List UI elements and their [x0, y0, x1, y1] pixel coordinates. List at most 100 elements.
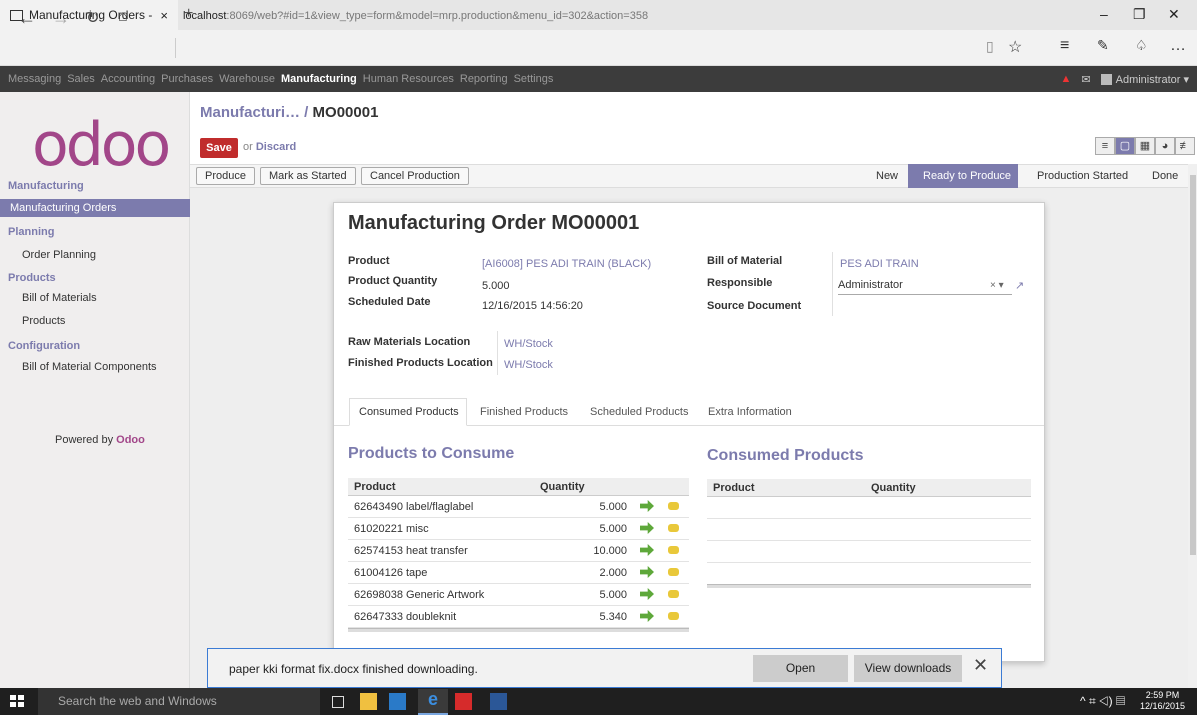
user-menu[interactable]: Administrator ▾ — [1116, 73, 1189, 86]
file-explorer-icon[interactable] — [360, 693, 377, 710]
mark-started-button[interactable]: Mark as Started — [260, 167, 356, 185]
favorite-star-icon[interactable]: ☆ — [1008, 37, 1022, 57]
col-quantity[interactable]: Quantity — [871, 482, 916, 494]
acrobat-icon[interactable] — [455, 693, 472, 710]
close-notification-icon[interactable]: ✕ — [973, 655, 988, 676]
sidebar-item-order-planning[interactable]: Order Planning — [22, 249, 96, 261]
table-row[interactable]: 62647333 doubleknit 5.340 — [348, 606, 689, 628]
minimize-button[interactable]: – — [1100, 6, 1108, 22]
tab-consumed-products[interactable]: Consumed Products — [359, 406, 459, 418]
tab-extra-information[interactable]: Extra Information — [708, 406, 792, 418]
discard-button[interactable]: Discard — [256, 141, 296, 153]
table-row[interactable]: 61004126 tape 2.000 — [348, 562, 689, 584]
consume-arrow-icon[interactable] — [640, 544, 654, 556]
graph-view-icon[interactable]: ◕ — [1155, 137, 1175, 155]
quantity-field[interactable]: 5.000 — [482, 280, 510, 292]
consume-arrow-icon[interactable] — [640, 588, 654, 600]
produce-button[interactable]: Produce — [196, 167, 255, 185]
windows-start-icon[interactable] — [10, 695, 24, 707]
save-button[interactable]: Save — [200, 138, 238, 158]
reading-view-icon[interactable]: ▯ — [986, 38, 994, 55]
finished-location-field[interactable]: WH/Stock — [504, 359, 553, 371]
hub-icon[interactable]: ≡ — [1060, 37, 1069, 55]
menu-reporting[interactable]: Reporting — [460, 73, 508, 85]
cancel-production-button[interactable]: Cancel Production — [361, 167, 469, 185]
menu-accounting[interactable]: Accounting — [101, 73, 155, 85]
stage-production-started[interactable]: Production Started — [1037, 164, 1128, 188]
task-view-icon[interactable] — [332, 696, 344, 708]
close-window-button[interactable]: ✕ — [1168, 6, 1180, 23]
view-downloads-button[interactable]: View downloads — [854, 655, 962, 682]
open-download-button[interactable]: Open — [753, 655, 848, 682]
system-tray[interactable]: ^ ⌗ ◁) ▤ — [1080, 694, 1125, 709]
menu-warehouse[interactable]: Warehouse — [219, 73, 275, 85]
scrap-icon[interactable] — [668, 590, 679, 598]
consume-arrow-icon[interactable] — [640, 566, 654, 578]
menu-purchases[interactable]: Purchases — [161, 73, 213, 85]
chat-icon[interactable]: ✉ — [1081, 73, 1090, 86]
menu-manufacturing[interactable]: Manufacturing — [281, 73, 357, 85]
taskbar-search[interactable]: Search the web and Windows — [38, 688, 320, 715]
warning-icon[interactable]: ▲ — [1061, 73, 1072, 85]
scrollbar-thumb[interactable] — [1190, 175, 1196, 555]
sidebar-item-products[interactable]: Products — [22, 315, 65, 327]
refresh-icon[interactable]: ↻ — [86, 8, 99, 28]
form-view-icon[interactable]: ▢ — [1115, 137, 1135, 155]
sidebar-item-bill-of-materials[interactable]: Bill of Materials — [22, 292, 97, 304]
odoo-logo[interactable]: odoo — [32, 110, 171, 180]
product-field[interactable]: [AI6008] PES ADI TRAIN (BLACK) — [482, 258, 651, 270]
stage-new[interactable]: New — [876, 164, 898, 188]
clock[interactable]: 2:59 PM 12/16/2015 — [1140, 690, 1185, 712]
scrap-icon[interactable] — [668, 502, 679, 510]
forward-arrow-icon[interactable]: → — [52, 8, 70, 29]
clear-select-icon[interactable]: × ▾ — [990, 280, 1004, 291]
raw-location-field[interactable]: WH/Stock — [504, 338, 553, 350]
sidebar-item-bom-components[interactable]: Bill of Material Components — [22, 361, 157, 373]
back-arrow-icon[interactable]: ← — [18, 8, 36, 29]
responsible-field[interactable]: Administrator — [838, 279, 1012, 295]
consume-arrow-icon[interactable] — [640, 500, 654, 512]
table-row[interactable]: 62698038 Generic Artwork 5.000 — [348, 584, 689, 606]
bom-field[interactable]: PES ADI TRAIN — [840, 258, 919, 270]
share-icon[interactable]: ♤ — [1135, 37, 1148, 54]
table-row[interactable]: 61020221 misc 5.000 — [348, 518, 689, 540]
col-product[interactable]: Product — [354, 481, 396, 493]
maximize-button[interactable]: ❐ — [1133, 6, 1146, 23]
scrap-icon[interactable] — [668, 546, 679, 554]
scrap-icon[interactable] — [668, 524, 679, 532]
table-row[interactable]: 62643490 label/flaglabel 5.000 — [348, 496, 689, 518]
list-view-icon[interactable]: ≡ — [1095, 137, 1115, 155]
sidebar-item-manufacturing-orders[interactable]: Manufacturing Orders — [10, 202, 116, 214]
tab-scheduled-products[interactable]: Scheduled Products — [590, 406, 688, 418]
url-field[interactable]: localhost:8069/web?#id=1&view_type=form&… — [183, 10, 648, 22]
menu-messaging[interactable]: Messaging — [8, 73, 61, 85]
external-link-icon[interactable]: ↗ — [1015, 279, 1024, 292]
menu-settings[interactable]: Settings — [514, 73, 554, 85]
web-note-icon[interactable]: ✎ — [1097, 37, 1109, 54]
edge-icon[interactable]: e — [418, 689, 448, 715]
col-product[interactable]: Product — [713, 482, 755, 494]
powered-by-link[interactable]: Odoo — [116, 434, 145, 446]
store-icon[interactable] — [389, 693, 406, 710]
consume-arrow-icon[interactable] — [640, 522, 654, 534]
col-quantity[interactable]: Quantity — [540, 481, 585, 493]
scheduled-date-field[interactable]: 12/16/2015 14:56:20 — [482, 300, 583, 312]
home-icon[interactable]: ⌂ — [118, 8, 128, 26]
breadcrumb-parent[interactable]: Manufacturi… — [200, 104, 300, 121]
stage-done[interactable]: Done — [1152, 164, 1178, 188]
gantt-view-icon[interactable]: ≢ — [1175, 137, 1195, 155]
tab-finished-products[interactable]: Finished Products — [480, 406, 568, 418]
word-icon[interactable] — [490, 693, 507, 710]
scrap-icon[interactable] — [668, 612, 679, 620]
row-qty: 10.000 — [593, 545, 627, 557]
more-icon[interactable]: … — [1170, 37, 1186, 55]
calendar-view-icon[interactable]: ▦ — [1135, 137, 1155, 155]
menu-human-resources[interactable]: Human Resources — [363, 73, 454, 85]
table-row[interactable]: 62574153 heat transfer 10.000 — [348, 540, 689, 562]
menu-sales[interactable]: Sales — [67, 73, 95, 85]
close-tab-icon[interactable]: × — [160, 8, 168, 23]
scrap-icon[interactable] — [668, 568, 679, 576]
view-switcher: ≡ ▢ ▦ ◕ ≢ — [1095, 137, 1195, 155]
consume-arrow-icon[interactable] — [640, 610, 654, 622]
stage-ready-to-produce[interactable]: Ready to Produce — [923, 164, 1011, 188]
